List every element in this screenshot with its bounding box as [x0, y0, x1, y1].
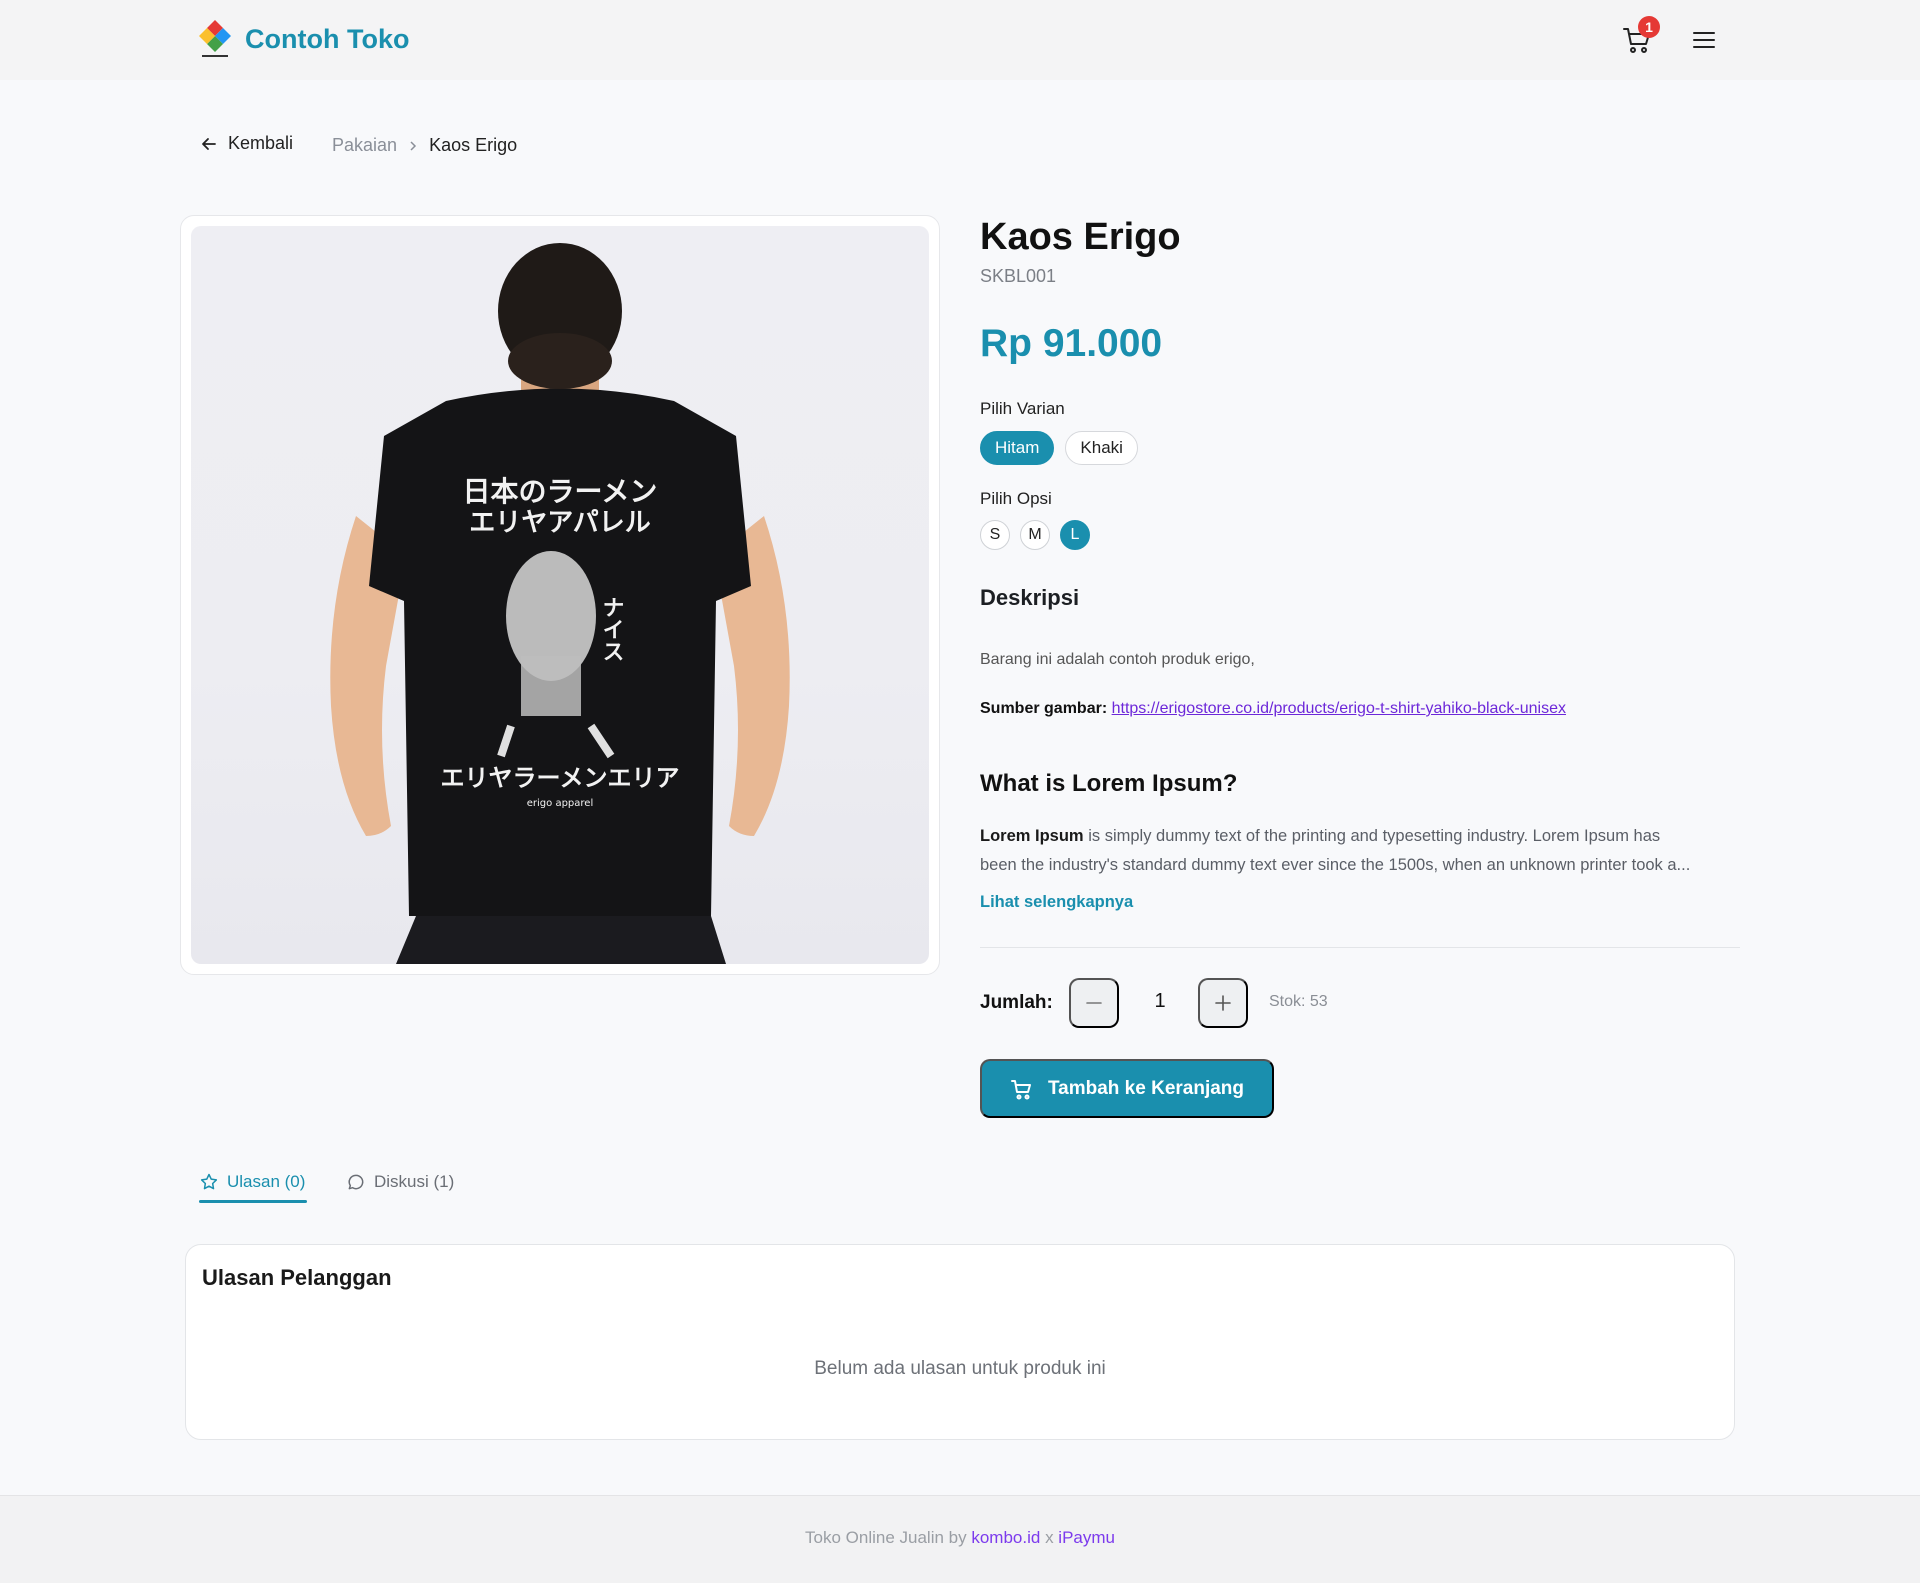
- add-to-cart-button[interactable]: Tambah ke Keranjang: [980, 1059, 1274, 1118]
- top-header: Contoh Toko 1: [0, 0, 1920, 80]
- cart-count-badge: 1: [1638, 16, 1660, 38]
- minus-icon: [1086, 1002, 1102, 1004]
- stock-count: Stok: 53: [1269, 993, 1328, 1010]
- footer-text: Toko Online Jualin by kombo.id x iPaymu: [0, 1528, 1920, 1548]
- menu-icon[interactable]: [1690, 26, 1718, 54]
- see-more-link[interactable]: Lihat selengkapnya: [980, 893, 1133, 912]
- plus-icon: [1215, 995, 1231, 1011]
- footer-link-ipaymu[interactable]: iPaymu: [1058, 1528, 1115, 1547]
- product-title: Kaos Erigo: [980, 216, 1181, 258]
- reviews-card: Ulasan Pelanggan Belum ada ulasan untuk …: [185, 1244, 1735, 1440]
- reviews-title: Ulasan Pelanggan: [202, 1265, 392, 1290]
- option-label: Pilih Opsi: [980, 489, 1052, 508]
- variant-hitam[interactable]: Hitam: [980, 431, 1055, 465]
- product-image[interactable]: 日本のラーメン エリヤアパレル ナイス エリヤラーメンエリア erigo app…: [191, 226, 929, 964]
- chevron-right-icon: [410, 140, 417, 151]
- tab-reviews[interactable]: Ulasan (0): [199, 1172, 305, 1192]
- svg-text:エリヤアパレル: エリヤアパレル: [469, 508, 650, 538]
- chat-icon: [348, 1174, 364, 1190]
- product-photo: 日本のラーメン エリヤアパレル ナイス エリヤラーメンエリア erigo app…: [330, 243, 790, 964]
- description-text: Barang ini adalah contoh produk erigo,: [980, 651, 1255, 668]
- divider: [980, 947, 1740, 948]
- quantity-decrease-button[interactable]: [1069, 978, 1119, 1028]
- variant-selector: Hitam Khaki: [980, 431, 1138, 465]
- back-label: Kembali: [228, 133, 294, 153]
- option-selector: S M L: [980, 520, 1090, 550]
- add-to-cart-label: Tambah ke Keranjang: [1047, 1077, 1245, 1099]
- arrow-left-icon: [202, 137, 216, 150]
- tab-reviews-label: Ulasan (0): [227, 1172, 306, 1191]
- option-size-l[interactable]: L: [1060, 520, 1090, 550]
- image-source: Sumber gambar: https://erigostore.co.id/…: [980, 700, 1566, 718]
- svg-text:エリヤラーメンエリア: エリヤラーメンエリア: [440, 764, 679, 792]
- lorem-line-1: is simply dummy text of the printing and…: [1083, 827, 1661, 845]
- active-tab-indicator: [199, 1200, 307, 1203]
- lorem-bold: Lorem Ipsum: [980, 827, 1084, 845]
- lorem-title: What is Lorem Ipsum?: [980, 770, 1238, 797]
- brand-name[interactable]: Contoh Toko: [245, 24, 409, 55]
- image-source-link[interactable]: https://erigostore.co.id/products/erigo-…: [1112, 700, 1566, 717]
- logo-icon[interactable]: [196, 18, 234, 60]
- footer-prefix: Toko Online Jualin by: [805, 1528, 967, 1547]
- footer: Toko Online Jualin by kombo.id x iPaymu: [0, 1495, 1920, 1583]
- option-size-s[interactable]: S: [980, 520, 1010, 550]
- product-sku: SKBL001: [980, 266, 1057, 286]
- product-image-card: 日本のラーメン エリヤアパレル ナイス エリヤラーメンエリア erigo app…: [180, 215, 940, 975]
- back-button[interactable]: Kembali: [200, 133, 293, 154]
- quantity-increase-button[interactable]: [1198, 978, 1248, 1028]
- lorem-line-2: been the industry's standard dummy text …: [980, 856, 1691, 874]
- svg-text:日本のラーメン: 日本のラーメン: [463, 475, 658, 508]
- reviews-empty-message: Belum ada ulasan untuk produk ini: [814, 1358, 1106, 1379]
- star-icon: [200, 1173, 218, 1190]
- quantity-label: Jumlah:: [980, 992, 1053, 1013]
- description-title: Deskripsi: [980, 585, 1080, 610]
- product-price: Rp 91.000: [980, 322, 1163, 365]
- breadcrumb-current: Kaos Erigo: [429, 135, 518, 155]
- svg-text:erigo apparel: erigo apparel: [527, 798, 593, 809]
- breadcrumb: Pakaian Kaos Erigo: [332, 135, 517, 156]
- variant-label: Pilih Varian: [980, 399, 1065, 418]
- cart-icon: [1010, 1079, 1031, 1099]
- tab-discussion-label: Diskusi (1): [374, 1172, 455, 1191]
- lorem-body: Lorem Ipsum is simply dummy text of the …: [980, 822, 1740, 880]
- quantity-value[interactable]: 1: [1130, 990, 1190, 1013]
- option-size-m[interactable]: M: [1020, 520, 1050, 550]
- image-source-label: Sumber gambar:: [980, 700, 1108, 717]
- breadcrumb-category[interactable]: Pakaian: [332, 135, 397, 156]
- variant-khaki[interactable]: Khaki: [1065, 431, 1138, 465]
- tab-discussion[interactable]: Diskusi (1): [346, 1172, 454, 1192]
- footer-link-kombo[interactable]: kombo.id: [971, 1528, 1040, 1547]
- footer-separator: x: [1045, 1528, 1054, 1547]
- svg-text:ナイス: ナイス: [599, 596, 624, 662]
